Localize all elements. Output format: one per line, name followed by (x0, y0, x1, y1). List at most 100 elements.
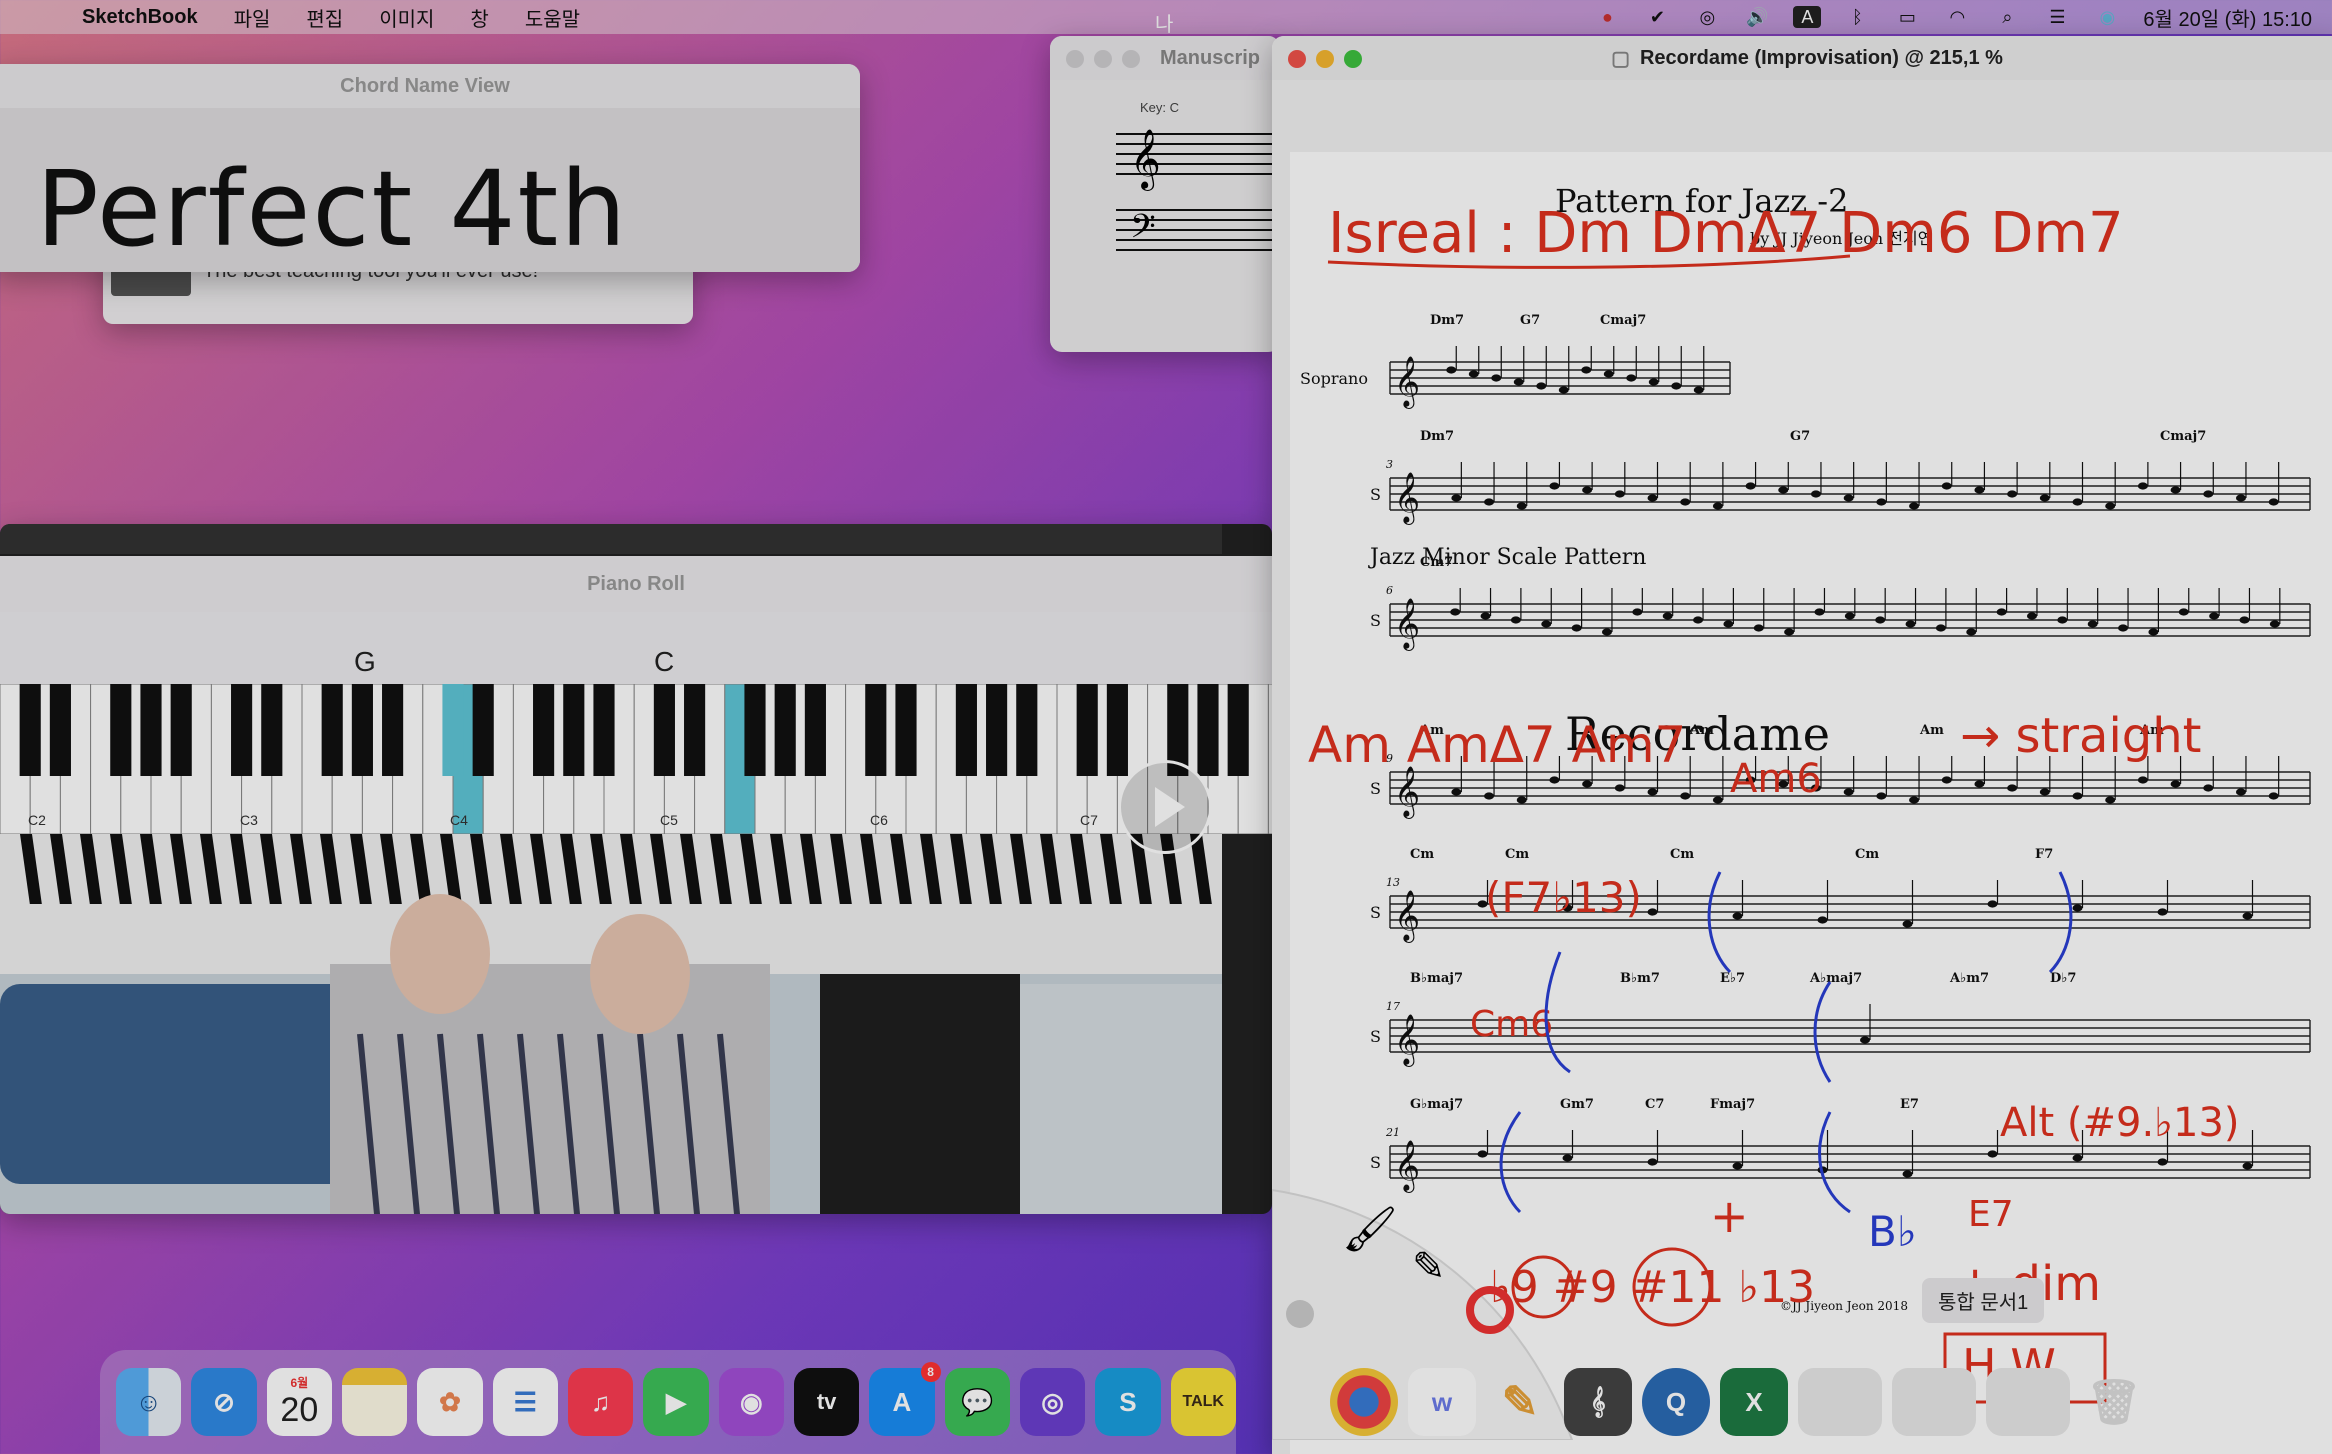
minimized-window-2-icon[interactable] (1892, 1368, 1976, 1436)
octave-label-c5: C5 (660, 812, 678, 828)
black-key (563, 684, 585, 776)
volume-icon[interactable]: 🔊 (1743, 6, 1771, 28)
chord-name-window[interactable]: Chord Name View Perfect 4th (0, 64, 860, 272)
note-head (1753, 624, 1764, 632)
black-key (170, 684, 192, 776)
note-head (1876, 792, 1887, 800)
search-icon[interactable]: ⌕ (1993, 6, 2021, 28)
minimized-window-1-icon[interactable] (1798, 1368, 1882, 1436)
handwriting-bracket (1707, 871, 1732, 974)
note-head (2235, 494, 2246, 502)
record-status-icon[interactable]: ● (1593, 6, 1621, 28)
note-head (1814, 608, 1825, 616)
sketchbook-icon[interactable]: ✎ (1486, 1368, 1554, 1436)
chrome-icon[interactable] (1330, 1368, 1398, 1436)
note-head (1549, 776, 1560, 784)
play-button[interactable] (1118, 760, 1212, 854)
chord-symbol: B♭m7 (1620, 971, 1660, 986)
control-center-icon[interactable]: ☰ (2043, 6, 2071, 28)
finder-icon[interactable]: ☺ (116, 1368, 182, 1436)
zoom-button[interactable] (1344, 50, 1362, 68)
piano-keyboard[interactable]: C2 C3 C4 C5 C6 C7 (0, 683, 1272, 835)
camera-strip (0, 524, 1222, 554)
note-head (1647, 1158, 1658, 1166)
siri-icon[interactable]: ◉ (2093, 6, 2121, 28)
handwriting-plus: + (1710, 1189, 1749, 1243)
wifi-icon[interactable]: ◠ (1943, 6, 1971, 28)
note-head (1582, 780, 1593, 788)
menu-image[interactable]: 이미지 (379, 3, 434, 32)
glasses-icon[interactable]: ◎ (1693, 6, 1721, 28)
excel-icon[interactable]: X (1720, 1368, 1788, 1436)
black-key (321, 684, 343, 776)
minimize-button[interactable] (1094, 50, 1112, 68)
staff-system-3 (1389, 603, 2311, 637)
quicktime-icon[interactable]: Q (1642, 1368, 1710, 1436)
photos-icon[interactable]: ✿ (417, 1368, 483, 1436)
note-head (1648, 378, 1659, 386)
black-key (865, 684, 887, 776)
note-head (1662, 612, 1673, 620)
safari-icon[interactable]: ⊘ (191, 1368, 257, 1436)
keyboard-input-icon[interactable]: A (1793, 6, 1822, 28)
bar-number: 21 (1385, 1126, 1400, 1139)
black-key (442, 684, 464, 776)
opacity-icon (1286, 1300, 1314, 1328)
piano-roll-title: Piano Roll (0, 556, 1272, 612)
menu-edit[interactable]: 편집 (306, 3, 343, 32)
skype-icon[interactable]: S (1095, 1368, 1161, 1436)
video-frame (0, 834, 1222, 1214)
notes-icon[interactable] (341, 1368, 408, 1436)
note-head (2072, 1154, 2083, 1162)
note-head (2268, 792, 2279, 800)
apple-tv-icon[interactable]: tv (793, 1368, 860, 1436)
app-menu[interactable]: SketchBook (82, 6, 198, 29)
treble-clef-icon: 𝄞 (1394, 890, 1420, 943)
minimize-button[interactable] (1316, 50, 1334, 68)
zoom-button[interactable] (1122, 50, 1140, 68)
black-key (593, 684, 615, 776)
note-head (1582, 486, 1593, 494)
dock-right: w ✎ 𝄞 Q X 🗑 (1330, 1350, 2230, 1454)
bluetooth-icon[interactable]: ᛒ (1843, 6, 1871, 28)
note-head (1451, 788, 1462, 796)
close-button[interactable] (1066, 50, 1084, 68)
performance-video[interactable] (0, 834, 1222, 1214)
menu-window[interactable]: 창 (470, 3, 488, 32)
manuscript-window[interactable]: Manuscrip Key: C 𝄞 𝄢 (1050, 36, 1280, 352)
trash-icon[interactable]: 🗑 (2080, 1368, 2148, 1436)
clock[interactable]: 6월 20일 (화) 15:10 (2143, 3, 2312, 32)
bar-number: 3 (1386, 458, 1393, 471)
messages-icon[interactable]: 💬 (944, 1368, 1010, 1436)
minimized-window-3-icon[interactable] (1986, 1368, 2070, 1436)
battery-icon[interactable]: ▭ (1893, 6, 1921, 28)
github-icon[interactable]: ◎ (1019, 1368, 1086, 1436)
note-head (1996, 608, 2007, 616)
app-store-icon[interactable]: A 8 (869, 1362, 941, 1436)
note-head (1451, 494, 1462, 502)
piano-roll-window[interactable]: Piano Roll G C C2 C3 C4 C5 C6 C7 (0, 524, 1272, 1214)
reminders-icon[interactable]: ☰ (492, 1368, 558, 1436)
handwriting-bracket (2048, 871, 2073, 974)
writing-app-icon[interactable]: w (1408, 1368, 1476, 1436)
note-head (1516, 796, 1527, 804)
note-head (1941, 482, 1952, 490)
note-head (2105, 502, 2116, 510)
menu-help[interactable]: 도움말 (525, 3, 580, 32)
check-icon[interactable]: ✔ (1643, 6, 1671, 28)
chord-symbol: A♭m7 (1949, 971, 1989, 986)
note-head (2148, 628, 2159, 636)
notation-app-icon[interactable]: 𝄞 (1564, 1368, 1632, 1436)
note-head (1647, 788, 1658, 796)
facetime-icon[interactable]: ▶ (643, 1368, 709, 1436)
menu-file[interactable]: 파일 (234, 3, 271, 32)
kakaotalk-icon[interactable]: TALK (1170, 1368, 1236, 1436)
note-head (1987, 900, 1998, 908)
close-button[interactable] (1288, 50, 1306, 68)
calendar-icon[interactable]: 6월 20 (266, 1368, 332, 1436)
handwriting-isreal: Isreal : Dm DmΔ7 Dm6 Dm7 (1328, 201, 2124, 266)
podcasts-icon[interactable]: ◉ (718, 1368, 784, 1436)
chord-name: Perfect 4th (36, 148, 629, 270)
music-icon[interactable]: ♫ (567, 1368, 634, 1436)
handwriting-bracket (1813, 981, 1832, 1083)
